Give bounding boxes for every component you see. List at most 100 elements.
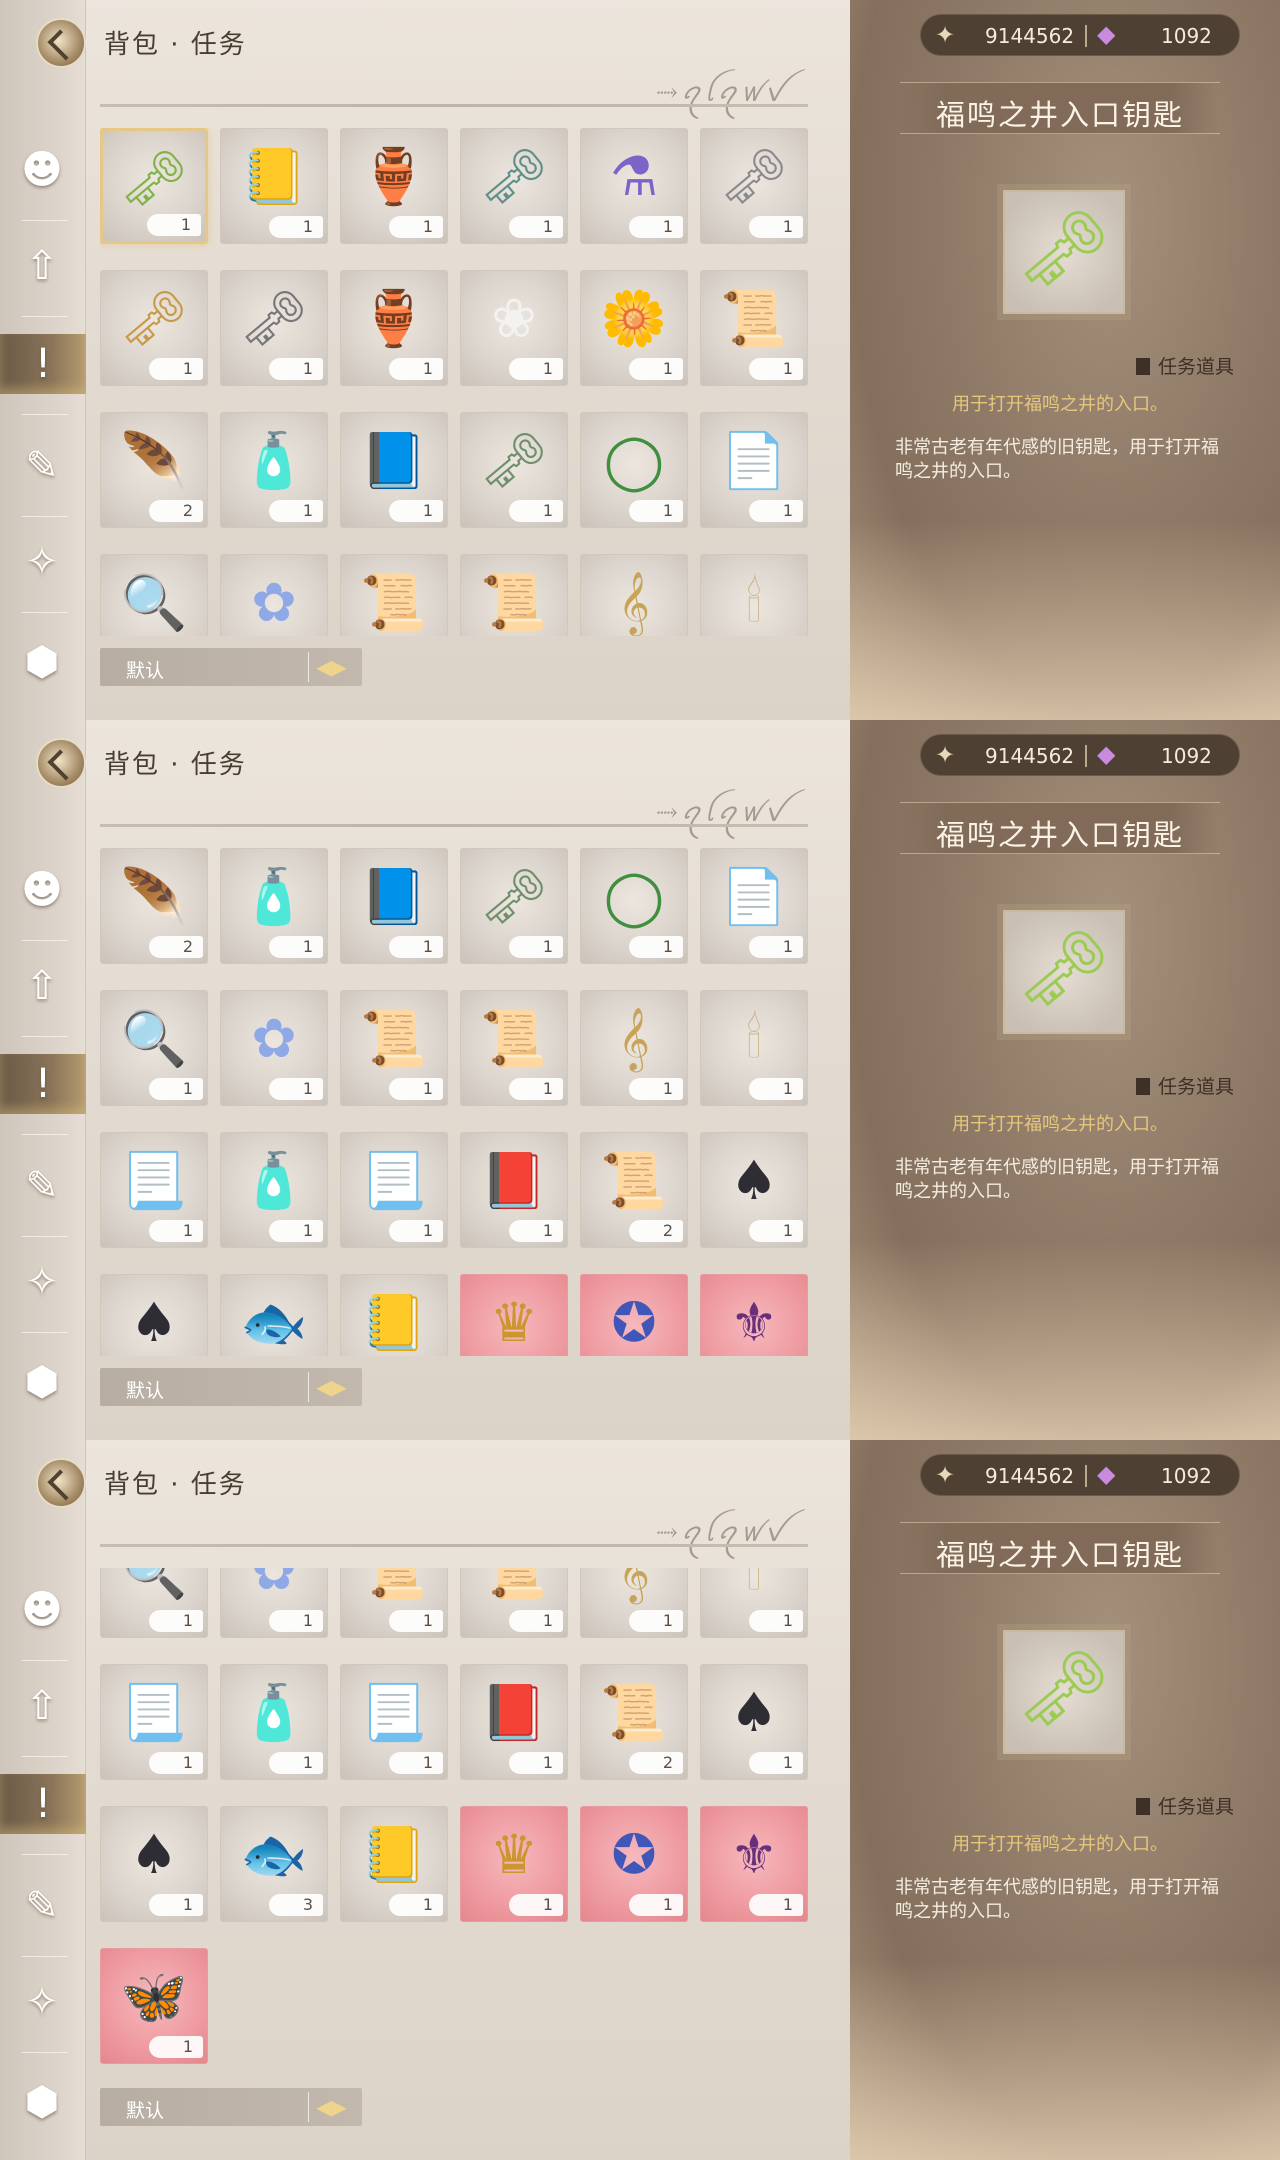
- inventory-slot-black-card[interactable]: ♠ 1: [700, 1132, 808, 1248]
- inventory-slot-flower-crown[interactable]: ✿1: [220, 554, 328, 636]
- inventory-slot-hand-mirror[interactable]: 🔍1: [100, 554, 208, 636]
- clothes-icon[interactable]: ☻: [14, 860, 70, 920]
- inventory-slot-dark-scroll-1[interactable]: 📜1: [340, 554, 448, 636]
- inventory-slot-dark-scroll-2[interactable]: 📜1: [460, 554, 568, 636]
- upgrade-icon[interactable]: ⇧: [14, 956, 70, 1016]
- inventory-slot-jade-ring[interactable]: ◯ 1: [580, 412, 688, 528]
- inventory-slot-candelabra[interactable]: 🕯1: [700, 990, 808, 1106]
- inventory-slot-certificate[interactable]: 📜 2: [580, 1132, 688, 1248]
- inventory-slot-white-flower[interactable]: ❀ 1: [460, 270, 568, 386]
- star-icon[interactable]: ✧: [14, 532, 70, 592]
- sort-toggle-icon[interactable]: ◀▶: [308, 652, 354, 682]
- back-button[interactable]: [36, 738, 86, 788]
- inventory-slot-flower-crown[interactable]: ✿1: [220, 990, 328, 1106]
- inventory-slot-silver-key[interactable]: 🗝 1: [700, 128, 808, 244]
- box-icon[interactable]: ⬢: [14, 1352, 70, 1412]
- black-card-icon: ♠: [729, 1681, 779, 1744]
- clothes-icon[interactable]: ☻: [14, 1580, 70, 1640]
- inventory-slot-flower-crown[interactable]: ✿1: [220, 1568, 328, 1638]
- inventory-slot-blue-tome[interactable]: 📘 1: [340, 412, 448, 528]
- inventory-slot-red-book[interactable]: 📕 1: [460, 1132, 568, 1248]
- inventory-slot-yellow-book-2[interactable]: 📒1: [340, 1806, 448, 1922]
- inventory-slot-grey-document[interactable]: 📄 1: [700, 412, 808, 528]
- inventory-slot-music-note[interactable]: 𝄞1: [580, 1568, 688, 1638]
- inventory-slot-teal-key[interactable]: 🗝 1: [460, 412, 568, 528]
- inventory-slot-scroll-jar[interactable]: 🏺 1: [340, 128, 448, 244]
- crystal-icon[interactable]: ✎: [14, 1156, 70, 1216]
- inventory-slot-music-note[interactable]: 𝄞1: [580, 554, 688, 636]
- star-icon[interactable]: ✧: [14, 1252, 70, 1312]
- inventory-slot-fairy-fish[interactable]: 🐟3: [220, 1274, 328, 1356]
- inventory-slot-dark-scroll-2[interactable]: 📜1: [460, 1568, 568, 1638]
- inventory-slot-fairy-fish[interactable]: 🐟3: [220, 1806, 328, 1922]
- quest-icon[interactable]: !: [0, 334, 86, 394]
- inventory-slot-iron-key[interactable]: 🗝 1: [220, 270, 328, 386]
- inventory-slot-hand-mirror[interactable]: 🔍1: [100, 990, 208, 1106]
- upgrade-icon[interactable]: ⇧: [14, 236, 70, 296]
- inventory-slot-blue-crest-emblem[interactable]: ✪1: [580, 1274, 688, 1356]
- inventory-slot-paper-note-1[interactable]: 📃 1: [100, 1132, 208, 1248]
- inventory-slot-blue-potion[interactable]: 🧴 1: [220, 412, 328, 528]
- crystal-icon[interactable]: ✎: [14, 436, 70, 496]
- item-grid[interactable]: 🪶2🧴1📘1🗝1◯1📄1🔍1✿1📜1📜1𝄞1🕯1📃1🧴1📃1📕1📜2♠1♠1🐟3…: [100, 848, 820, 1356]
- inventory-slot-jade-ring[interactable]: ◯ 1: [580, 848, 688, 964]
- inventory-slot-hand-mirror[interactable]: 🔍1: [100, 1568, 208, 1638]
- crystal-icon[interactable]: ✎: [14, 1876, 70, 1936]
- inventory-slot-grey-document[interactable]: 📄 1: [700, 848, 808, 964]
- dark-scroll-1-icon: 📜: [360, 1568, 428, 1602]
- teal-key-icon: 🗝: [479, 429, 549, 492]
- box-icon[interactable]: ⬢: [14, 2072, 70, 2132]
- inventory-slot-certificate[interactable]: 📜 2: [580, 1664, 688, 1780]
- inventory-slot-blue-potion[interactable]: 🧴 1: [220, 848, 328, 964]
- inventory-slot-yellow-book[interactable]: 📒 1: [220, 128, 328, 244]
- inventory-slot-gold-key[interactable]: 🗝 1: [100, 270, 208, 386]
- inventory-slot-purple-crest-emblem[interactable]: ⚜1: [700, 1274, 808, 1356]
- inventory-slot-candelabra[interactable]: 🕯1: [700, 554, 808, 636]
- inventory-slot-wood-lantern[interactable]: 🏺 1: [340, 270, 448, 386]
- inventory-slot-blue-feather[interactable]: 🪶 2: [100, 412, 208, 528]
- star-icon[interactable]: ✧: [14, 1972, 70, 2032]
- back-button[interactable]: [36, 1458, 86, 1508]
- inventory-slot-letter[interactable]: 📜 1: [700, 270, 808, 386]
- box-icon[interactable]: ⬢: [14, 632, 70, 692]
- sort-toggle-icon[interactable]: ◀▶: [308, 2092, 354, 2122]
- inventory-slot-green-key[interactable]: 🗝 1: [100, 128, 208, 244]
- item-grid[interactable]: 🗝1📒1🏺1🗝1⚗1🗝1🗝1🗝1🏺1❀1🌼1📜1🪶2🧴1📘1🗝1◯1📄1🔍1✿1…: [100, 128, 820, 636]
- inventory-slot-red-book[interactable]: 📕 1: [460, 1664, 568, 1780]
- sort-dropdown[interactable]: 默认 ◀▶: [100, 1368, 362, 1406]
- sort-dropdown[interactable]: 默认 ◀▶: [100, 2088, 362, 2126]
- inventory-slot-black-card-2[interactable]: ♠1: [100, 1274, 208, 1356]
- inventory-slot-blue-crest-emblem[interactable]: ✪1: [580, 1806, 688, 1922]
- inventory-slot-black-card-2[interactable]: ♠1: [100, 1806, 208, 1922]
- inventory-slot-candelabra[interactable]: 🕯1: [700, 1568, 808, 1638]
- inventory-slot-teal-key[interactable]: 🗝 1: [460, 848, 568, 964]
- inventory-slot-music-note[interactable]: 𝄞1: [580, 990, 688, 1106]
- inventory-slot-paper-note-2[interactable]: 📃 1: [340, 1664, 448, 1780]
- inventory-slot-blue-tome[interactable]: 📘 1: [340, 848, 448, 964]
- inventory-slot-yellow-book-2[interactable]: 📒1: [340, 1274, 448, 1356]
- inventory-slot-blue-feather[interactable]: 🪶 2: [100, 848, 208, 964]
- back-button[interactable]: [36, 18, 86, 68]
- inventory-slot-purple-potion[interactable]: ⚗ 1: [580, 128, 688, 244]
- sort-toggle-icon[interactable]: ◀▶: [308, 1372, 354, 1402]
- inventory-slot-butterfly-emblem[interactable]: 🦋 1: [100, 1948, 208, 2064]
- quest-icon[interactable]: !: [0, 1774, 86, 1834]
- inventory-slot-dark-scroll-2[interactable]: 📜1: [460, 990, 568, 1106]
- sort-dropdown[interactable]: 默认 ◀▶: [100, 648, 362, 686]
- inventory-slot-paper-note-2[interactable]: 📃 1: [340, 1132, 448, 1248]
- inventory-slot-black-card[interactable]: ♠ 1: [700, 1664, 808, 1780]
- clothes-icon[interactable]: ☻: [14, 140, 70, 200]
- inventory-slot-ornate-key[interactable]: 🗝 1: [460, 128, 568, 244]
- inventory-slot-blue-potion-2[interactable]: 🧴 1: [220, 1664, 328, 1780]
- inventory-slot-paper-note-1[interactable]: 📃 1: [100, 1664, 208, 1780]
- inventory-slot-blue-potion-2[interactable]: 🧴 1: [220, 1132, 328, 1248]
- inventory-slot-gold-lyre-emblem[interactable]: ♛1: [460, 1806, 568, 1922]
- upgrade-icon[interactable]: ⇧: [14, 1676, 70, 1736]
- item-grid[interactable]: 🔍 1 ✿ 1 📜 1 📜 1 𝄞 1 🕯 1 📃 1 🧴 1 📃 1 📕 1 📜 2 ♠ 1 ♠ 1 🐟 3 📒 1 ♛ 1 ✪ 1 ⚜ 1 🦋 1: [100, 1568, 820, 2076]
- inventory-slot-dark-scroll-1[interactable]: 📜1: [340, 990, 448, 1106]
- inventory-slot-yellow-rose[interactable]: 🌼 1: [580, 270, 688, 386]
- inventory-slot-gold-lyre-emblem[interactable]: ♛1: [460, 1274, 568, 1356]
- quest-icon[interactable]: !: [0, 1054, 86, 1114]
- inventory-slot-dark-scroll-1[interactable]: 📜1: [340, 1568, 448, 1638]
- inventory-slot-purple-crest-emblem[interactable]: ⚜1: [700, 1806, 808, 1922]
